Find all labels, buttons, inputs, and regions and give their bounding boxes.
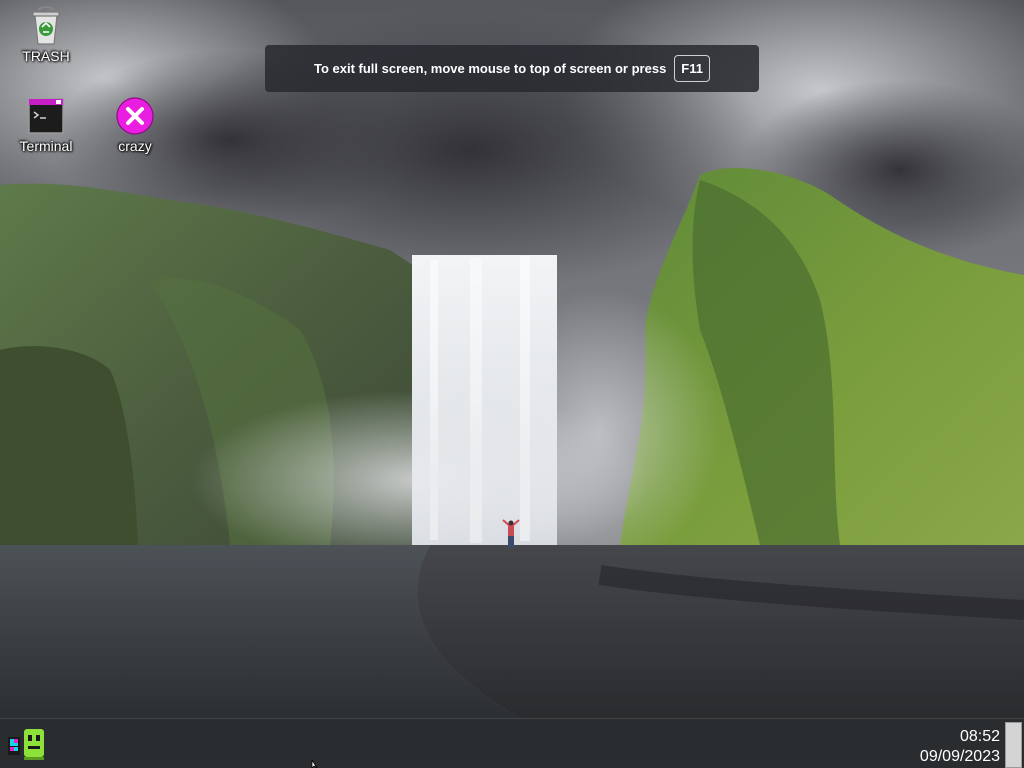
scrollbar-thumb[interactable] [1005,722,1022,768]
clock-date: 09/09/2023 [919,748,1000,765]
mouse-cursor-icon [311,760,318,768]
clock-time: 08:52 [959,728,1000,745]
close-circle-icon [116,97,154,135]
crazy-label: crazy [118,138,152,154]
terminal-icon [28,98,64,134]
terminal-desktop-icon[interactable]: Terminal [6,96,86,154]
app-launcher-button[interactable] [6,725,50,763]
crazy-desktop-icon[interactable]: crazy [95,96,175,154]
taskbar-clock[interactable]: 08:52 09/09/2023 [920,727,1000,767]
trash-label: TRASH [22,48,70,64]
taskbar: 08:52 09/09/2023 [0,718,1024,768]
fullscreen-exit-notice: To exit full screen, move mouse to top o… [265,45,759,92]
trash-icon [32,6,60,45]
desktop: TRASH Terminal crazy To exit full screen… [0,0,1024,768]
terminal-label: Terminal [19,138,73,154]
trash-desktop-icon[interactable]: TRASH [6,6,86,64]
fullscreen-notice-text: To exit full screen, move mouse to top o… [314,61,667,76]
f11-key-badge: F11 [674,55,710,82]
app-launcher-icon [8,729,44,760]
